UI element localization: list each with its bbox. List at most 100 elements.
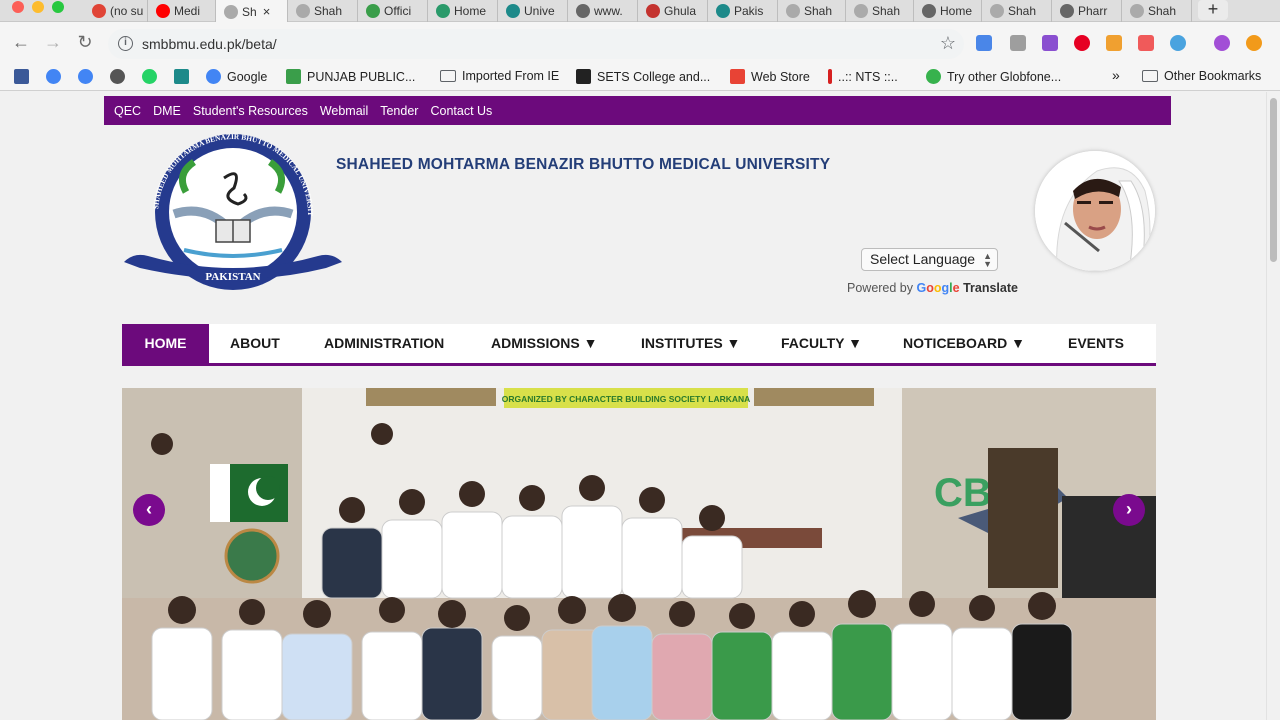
browser-tab[interactable]: Shah bbox=[846, 0, 914, 22]
tab-label: Shah bbox=[1008, 4, 1037, 18]
page-scrollbar[interactable] bbox=[1266, 92, 1280, 720]
bookmark-item[interactable] bbox=[174, 69, 189, 84]
portrait-photo bbox=[1035, 151, 1155, 271]
top-link-bar: QEC DME Student's Resources Webmail Tender Co… bbox=[104, 96, 1171, 125]
bookmark-item[interactable]: Try other Globfone... bbox=[926, 69, 1061, 84]
pen-extension-icon[interactable] bbox=[1042, 35, 1058, 51]
bookmark-item[interactable]: ..:: NTS ::.. bbox=[828, 69, 898, 84]
minimize-window-button[interactable] bbox=[32, 1, 44, 13]
nav-faculty[interactable]: FACULTY ▼ bbox=[781, 324, 862, 363]
bookmarks-bar: Google PUNJAB PUBLIC... Imported From IE SE… bbox=[0, 64, 1280, 91]
address-bar[interactable]: i smbbmu.edu.pk/beta/ ☆ bbox=[108, 29, 964, 59]
tab-strip: (no su Medi Sh × Shah Offici Home Unive www. Ghul… bbox=[0, 0, 1280, 23]
tab-favicon-icon bbox=[854, 4, 868, 18]
close-tab-icon[interactable]: × bbox=[263, 4, 271, 19]
webstore-icon bbox=[730, 69, 745, 84]
nav-institutes[interactable]: INSTITUTES ▼ bbox=[641, 324, 740, 363]
scrollbar-thumb[interactable] bbox=[1270, 98, 1277, 262]
browser-tab[interactable]: Shah bbox=[778, 0, 846, 22]
translate-extension-icon[interactable] bbox=[976, 35, 992, 51]
cast-extension-icon[interactable] bbox=[1138, 35, 1154, 51]
maximize-window-button[interactable] bbox=[52, 1, 64, 13]
banner-text: ORGANIZED BY CHARACTER BUILDING SOCIETY … bbox=[502, 394, 751, 404]
bookmark-item[interactable] bbox=[142, 69, 157, 84]
tab-label: Home bbox=[940, 4, 973, 18]
language-select[interactable]: Select Language ▲ ▼ bbox=[861, 248, 998, 271]
nav-administration[interactable]: ADMINISTRATION bbox=[324, 324, 444, 363]
globe-icon bbox=[110, 69, 125, 84]
tab-favicon-icon bbox=[1060, 4, 1074, 18]
top-link-dme[interactable]: DME bbox=[153, 104, 181, 118]
bookmark-item[interactable] bbox=[110, 69, 125, 84]
tab-favicon-icon bbox=[990, 4, 1004, 18]
pinterest-extension-icon[interactable] bbox=[1074, 35, 1090, 51]
site-info-icon[interactable]: i bbox=[118, 36, 133, 51]
sets-icon bbox=[576, 69, 591, 84]
browser-tab[interactable]: Home bbox=[428, 0, 498, 22]
bookmark-star-icon[interactable]: ☆ bbox=[940, 33, 956, 54]
browser-tab[interactable]: www. bbox=[568, 0, 638, 22]
top-link-student-s-resources[interactable]: Student's Resources bbox=[193, 104, 308, 118]
search-extension-icon[interactable] bbox=[1170, 35, 1186, 51]
browser-tab[interactable]: Shah bbox=[288, 0, 358, 22]
browser-tab[interactable]: Sh × bbox=[216, 0, 288, 23]
browser-tab[interactable]: Medi bbox=[148, 0, 216, 22]
browser-tab[interactable]: Shah bbox=[1122, 0, 1192, 22]
browser-tab[interactable]: Home bbox=[914, 0, 982, 22]
camera-extension-icon[interactable] bbox=[1010, 35, 1026, 51]
browser-tab[interactable]: Ghula bbox=[638, 0, 708, 22]
main-navigation: HOME ABOUT ADMINISTRATION ADMISSIONS ▼ INSTI… bbox=[122, 324, 1156, 366]
slider-next-button[interactable]: › bbox=[1113, 494, 1145, 526]
slider-prev-button[interactable]: ‹ bbox=[133, 494, 165, 526]
browser-tab[interactable]: Offici bbox=[358, 0, 428, 22]
tab-label: Home bbox=[454, 4, 487, 18]
google-icon bbox=[46, 69, 61, 84]
other-bookmarks-label: Other Bookmarks bbox=[1164, 69, 1262, 83]
close-window-button[interactable] bbox=[12, 1, 24, 13]
tab-label: Shah bbox=[872, 4, 901, 18]
bookmark-item[interactable]: SETS College and... bbox=[576, 69, 710, 84]
nav-events[interactable]: EVENTS bbox=[1068, 324, 1124, 363]
nav-noticeboard[interactable]: NOTICEBOARD ▼ bbox=[903, 324, 1025, 363]
tab-favicon-icon bbox=[224, 4, 238, 19]
new-tab-button[interactable]: + bbox=[1198, 0, 1228, 20]
back-icon[interactable]: ← bbox=[10, 32, 32, 52]
browser-tab[interactable]: Pharr bbox=[1052, 0, 1122, 22]
tab-label: Offici bbox=[384, 4, 412, 18]
nav-about[interactable]: ABOUT bbox=[230, 324, 280, 363]
more-bookmarks-button[interactable]: » bbox=[1112, 67, 1120, 83]
top-link-webmail[interactable]: Webmail bbox=[320, 104, 368, 118]
bookmark-item[interactable]: PUNJAB PUBLIC... bbox=[286, 69, 415, 84]
bookmark-item[interactable]: Imported From IE bbox=[440, 69, 559, 83]
reload-icon[interactable]: ↻ bbox=[74, 32, 96, 52]
alert-icon[interactable] bbox=[1246, 35, 1262, 51]
google-icon bbox=[206, 69, 221, 84]
tab-favicon-icon bbox=[576, 4, 590, 18]
top-link-contact-us[interactable]: Contact Us bbox=[430, 104, 492, 118]
top-link-qec[interactable]: QEC bbox=[114, 104, 141, 118]
logo-ribbon-text: PAKISTAN bbox=[205, 271, 260, 283]
profile-avatar-icon[interactable] bbox=[1214, 35, 1230, 51]
tab-label: Unive bbox=[524, 4, 555, 18]
browser-tab[interactable]: Pakis bbox=[708, 0, 778, 22]
google-icon bbox=[78, 69, 93, 84]
top-link-tender[interactable]: Tender bbox=[380, 104, 418, 118]
browser-tab[interactable]: Shah bbox=[982, 0, 1052, 22]
nav-admissions[interactable]: ADMISSIONS ▼ bbox=[491, 324, 597, 363]
browser-tab[interactable]: (no su bbox=[84, 0, 148, 22]
bookmark-item[interactable] bbox=[14, 69, 29, 84]
bookmark-item[interactable]: Google bbox=[206, 69, 267, 84]
nav-home[interactable]: HOME bbox=[122, 324, 209, 363]
forward-icon[interactable]: → bbox=[42, 32, 64, 52]
people-extension-icon[interactable] bbox=[1106, 35, 1122, 51]
bookmark-item[interactable] bbox=[78, 69, 93, 84]
tab-label: Sh bbox=[242, 4, 257, 19]
powered-by-google-translate[interactable]: Powered by Google Translate bbox=[847, 281, 1018, 295]
site-icon bbox=[174, 69, 189, 84]
url-text[interactable]: smbbmu.edu.pk/beta/ bbox=[142, 36, 277, 52]
other-bookmarks-folder[interactable]: Other Bookmarks bbox=[1142, 69, 1261, 83]
bookmark-item[interactable]: Web Store bbox=[730, 69, 810, 84]
tab-label: Shah bbox=[1148, 4, 1177, 18]
bookmark-item[interactable] bbox=[46, 69, 61, 84]
browser-tab[interactable]: Unive bbox=[498, 0, 568, 22]
